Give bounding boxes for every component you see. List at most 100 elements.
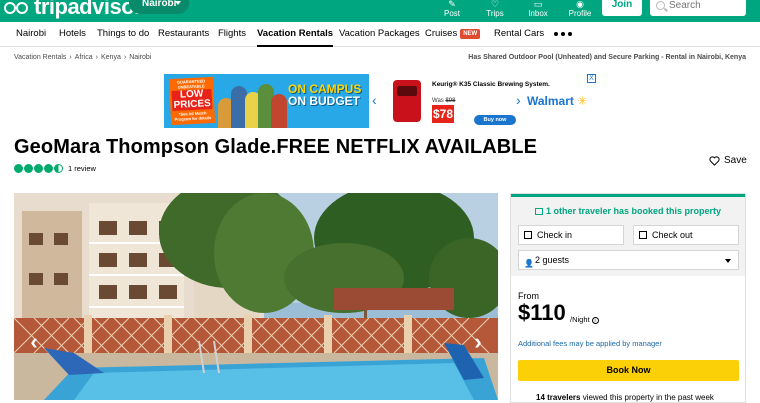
viewed-text: viewed this property in the past week xyxy=(580,393,714,402)
chevron-right-icon[interactable]: › xyxy=(516,92,521,108)
walmart-logo: Walmart ✳ xyxy=(527,94,588,108)
guests-value: 2 guests xyxy=(535,255,570,265)
rating-bubble-icon xyxy=(24,164,33,173)
review-count-link[interactable]: 1 review xyxy=(68,164,96,173)
booking-panel-header: 1 other traveler has booked this propert… xyxy=(511,194,745,276)
nav-link-things-to-do[interactable]: Things to do xyxy=(97,22,149,47)
check-out-label: Check out xyxy=(652,230,693,240)
ad-slogan: ON CAMPUS ON BUDGET xyxy=(288,83,368,107)
ad-buy-button[interactable]: Buy now xyxy=(474,115,516,125)
nav-link-nairobi[interactable]: Nairobi xyxy=(16,22,46,47)
rating-bubble-icon xyxy=(44,164,53,173)
spark-icon: ✳ xyxy=(577,94,588,108)
tripadvisor-logo[interactable]: tripadvisor xyxy=(4,0,143,19)
chat-icon: ▭ xyxy=(533,0,543,9)
breadcrumb-item[interactable]: Nairobi xyxy=(129,54,151,61)
rating-bubble-icon xyxy=(54,164,63,173)
ad-badge-bottom: *See Ad Match Program for details xyxy=(174,110,212,122)
booked-message: 1 other traveler has booked this propert… xyxy=(511,206,745,216)
breadcrumb-separator: › xyxy=(123,54,127,61)
search-box[interactable] xyxy=(650,0,746,16)
listing-photo[interactable]: ‹ › xyxy=(14,193,498,400)
nav-link-cruises[interactable]: Cruises NEW xyxy=(425,22,481,47)
ad-close-icon[interactable]: X xyxy=(587,74,596,83)
heart-icon: ♡ xyxy=(490,0,500,9)
location-label: Nairobi xyxy=(142,0,177,9)
viewed-count: 14 travelers xyxy=(536,393,581,402)
nav-inbox-label: Inbox xyxy=(528,9,548,18)
category-nav: Nairobi Hotels Things to do Restaurants … xyxy=(0,22,760,47)
calendar-icon xyxy=(534,208,543,215)
new-badge: NEW xyxy=(460,29,481,39)
check-in-field[interactable]: Check in xyxy=(518,225,624,245)
save-button[interactable]: Save xyxy=(709,155,747,166)
check-in-label: Check in xyxy=(537,230,573,240)
nav-inbox[interactable]: ▭ Inbox xyxy=(518,0,558,22)
top-bar: tripadvisor Nairobi ✎ Post ♡ Trips ▭ Inb… xyxy=(0,0,760,22)
next-photo-button[interactable]: › xyxy=(466,331,490,355)
calendar-icon xyxy=(524,231,532,239)
nav-post[interactable]: ✎ Post xyxy=(432,0,472,22)
info-icon[interactable]: i xyxy=(591,317,599,324)
calendar-icon xyxy=(639,231,647,239)
breadcrumb-item[interactable]: Africa xyxy=(75,54,93,61)
booking-panel: 1 other traveler has booked this propert… xyxy=(510,193,746,403)
nav-link-rental-cars[interactable]: Rental Cars xyxy=(494,22,544,47)
nav-link-hotels[interactable]: Hotels xyxy=(59,22,86,47)
rating-bubble-icon xyxy=(34,164,43,173)
guests-select[interactable]: 👤 2 guests xyxy=(518,250,739,270)
ad-product-name: Keurig® K35 Classic Brewing System. xyxy=(432,81,550,88)
listing-subtitle: Has Shared Outdoor Pool (Unheated) and S… xyxy=(468,54,746,61)
ad-slogan-line2: ON BUDGET xyxy=(288,94,360,108)
ad-left-panel: GUARANTEED UNBEATABLE LOW PRICES *See Ad… xyxy=(164,74,369,128)
advertisement-banner[interactable]: GUARANTEED UNBEATABLE LOW PRICES *See Ad… xyxy=(164,74,596,128)
breadcrumb-separator: › xyxy=(69,54,72,61)
per-night-label: /Night i xyxy=(570,315,599,324)
nav-link-flights[interactable]: Flights xyxy=(218,22,246,47)
chevron-left-icon[interactable]: ‹ xyxy=(372,92,377,108)
chevron-down-icon xyxy=(725,259,731,263)
location-selector[interactable]: Nairobi xyxy=(129,0,189,14)
check-out-field[interactable]: Check out xyxy=(633,225,739,245)
owl-eyes-icon xyxy=(4,0,32,14)
ad-people-image xyxy=(218,80,287,128)
search-input[interactable] xyxy=(669,0,739,11)
coffee-maker-image xyxy=(393,80,421,122)
ad-sale-price: $78 xyxy=(432,105,454,123)
profile-icon: ◉ xyxy=(576,0,584,9)
listing-title: GeoMara Thompson Glade.FREE NETFLIX AVAI… xyxy=(14,136,538,158)
pool-building-photo xyxy=(14,193,498,400)
cruises-label: Cruises xyxy=(425,28,458,39)
nav-profile[interactable]: ◉ Profile xyxy=(560,0,600,22)
previous-photo-button[interactable]: ‹ xyxy=(22,331,46,355)
breadcrumb-separator: › xyxy=(95,54,98,61)
ad-was-price: Was $98 xyxy=(432,98,456,104)
ad-badge-main: LOW PRICES xyxy=(171,88,213,112)
breadcrumb-item[interactable]: Vacation Rentals xyxy=(14,54,66,61)
breadcrumb: Vacation Rentals › Africa › Kenya › Nairobi xyxy=(14,54,151,61)
save-label: Save xyxy=(724,155,747,166)
nav-link-vacation-rentals[interactable]: Vacation Rentals xyxy=(257,22,334,47)
viewed-count-text: 14 travelers viewed this property in the… xyxy=(536,393,714,402)
join-button[interactable]: Join xyxy=(602,0,642,16)
more-menu-icon[interactable] xyxy=(554,32,572,36)
nav-trips-label: Trips xyxy=(486,9,504,18)
nav-link-restaurants[interactable]: Restaurants xyxy=(158,22,209,47)
heart-outline-icon xyxy=(709,155,720,166)
post-icon: ✎ xyxy=(448,0,456,9)
nav-profile-label: Profile xyxy=(568,9,592,18)
rating-bubble-icon xyxy=(14,164,23,173)
nav-trips[interactable]: ♡ Trips xyxy=(475,0,515,22)
ad-right-panel: ‹ Keurig® K35 Classic Brewing System. Wa… xyxy=(369,74,596,128)
guests-icon: 👤 xyxy=(524,259,534,268)
logo-text: tripadvisor xyxy=(34,0,143,19)
chevron-down-icon xyxy=(175,1,181,5)
breadcrumb-item[interactable]: Kenya xyxy=(101,54,121,61)
search-icon xyxy=(656,0,665,10)
rating-bubbles[interactable]: 1 review xyxy=(14,164,96,173)
nav-post-label: Post xyxy=(443,9,460,18)
nightly-price: $110 xyxy=(518,300,566,325)
fees-note-link[interactable]: Additional fees may be applied by manage… xyxy=(518,339,662,348)
book-now-button[interactable]: Book Now xyxy=(518,360,739,381)
nav-link-vacation-packages[interactable]: Vacation Packages xyxy=(339,22,420,47)
